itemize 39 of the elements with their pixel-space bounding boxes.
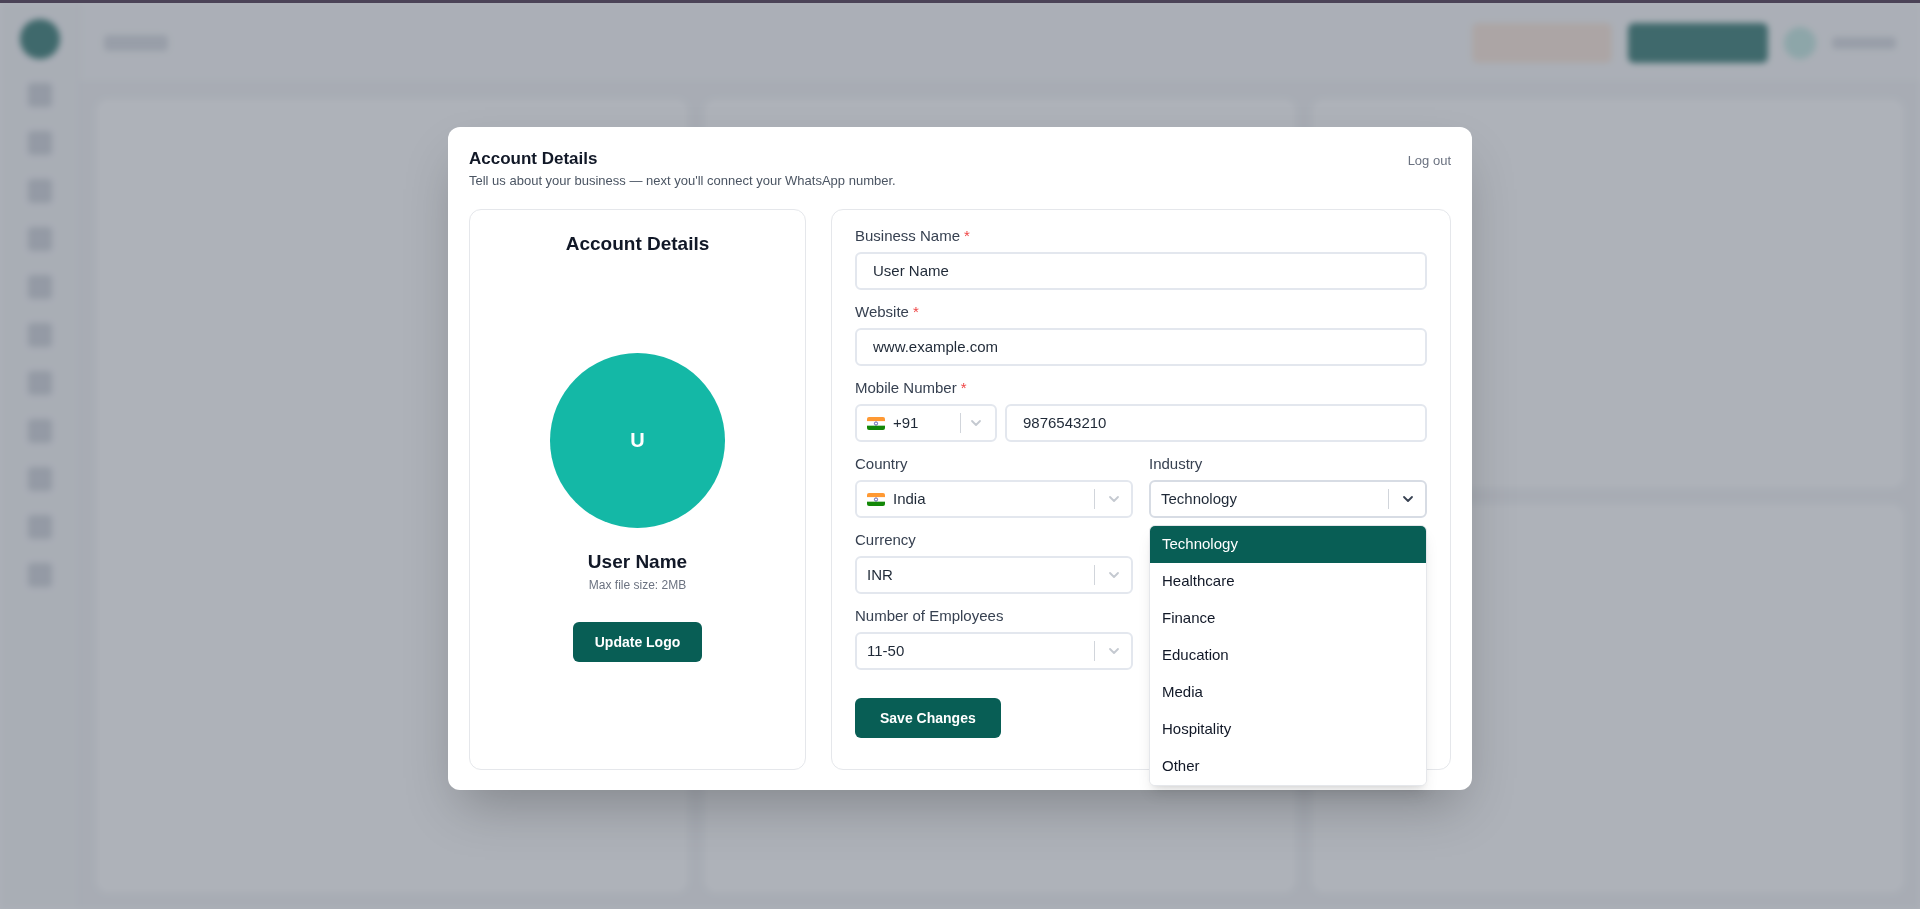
dialog-subtitle: Tell us about your business — next you'll connect your WhatsApp number.: [469, 172, 896, 190]
flag-icon: [867, 492, 885, 506]
dialog-title: Account Details: [469, 148, 599, 170]
field-label: Number of Employees: [855, 605, 1004, 626]
select-field[interactable]: India: [855, 480, 1133, 518]
user-name: User Name: [587, 549, 688, 574]
required-mark: *: [960, 377, 967, 398]
avatar: U: [550, 352, 725, 528]
logo-icon: [19, 19, 60, 59]
select-field[interactable]: Technology: [1149, 480, 1427, 518]
save-changes-button[interactable]: Save Changes: [855, 698, 1001, 738]
select-field[interactable]: INR: [855, 556, 1133, 594]
field-label: Website: [855, 301, 909, 322]
select-field[interactable]: 11-50: [855, 632, 1133, 670]
country-code-select[interactable]: +91: [855, 404, 997, 442]
upgrade-button[interactable]: [1628, 22, 1768, 63]
dropdown-option[interactable]: Healthcare: [1150, 563, 1426, 600]
dropdown-option[interactable]: Technology: [1150, 526, 1426, 563]
required-mark: *: [912, 301, 919, 322]
avatar[interactable]: [1784, 26, 1816, 59]
field-label: Country: [855, 453, 908, 474]
update-logo-button[interactable]: Update Logo: [572, 622, 703, 662]
field-label: Industry: [1149, 453, 1203, 474]
text-field[interactable]: User Name: [855, 252, 1427, 290]
text-field[interactable]: www.example.com: [855, 328, 1427, 366]
dropdown-option[interactable]: Hospitality: [1150, 711, 1426, 748]
dropdown-option[interactable]: Finance: [1150, 600, 1426, 637]
phone-field[interactable]: 9876543210: [1005, 404, 1427, 442]
dropdown-option[interactable]: Education: [1150, 637, 1426, 674]
required-mark: *: [964, 225, 970, 246]
field-label: Business Name: [855, 225, 961, 246]
card-title: Account Details: [565, 232, 710, 256]
dropdown-option[interactable]: Other: [1150, 748, 1426, 785]
logout-link[interactable]: Log out: [1407, 151, 1451, 171]
flag-icon: [867, 416, 885, 430]
field-label: Mobile Number: [855, 377, 957, 398]
field-label: Currency: [855, 529, 916, 550]
file-size-hint: Max file size: 2MB: [588, 577, 687, 594]
dropdown-option[interactable]: Media: [1150, 674, 1426, 711]
